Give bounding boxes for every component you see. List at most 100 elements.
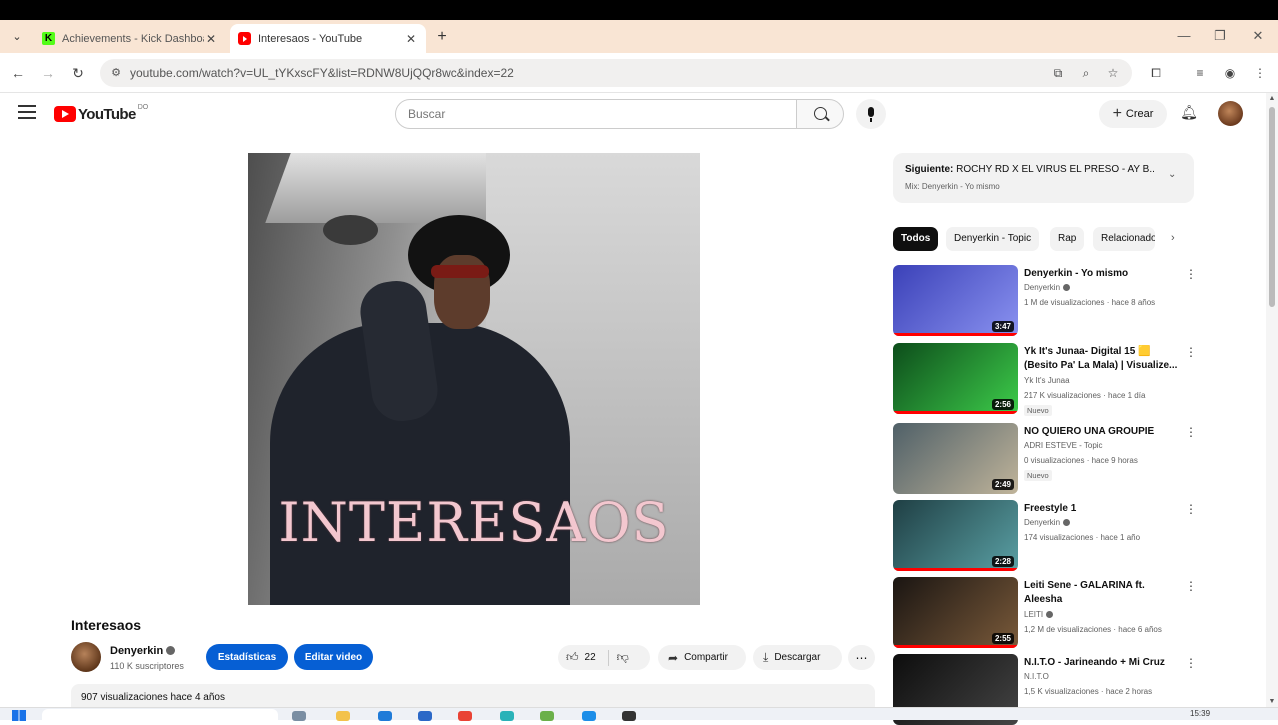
chip-relacionado[interactable]: Relacionado xyxy=(1093,227,1155,251)
channel-name[interactable]: Denyerkin xyxy=(110,645,176,657)
account-avatar[interactable] xyxy=(1218,101,1243,126)
channel-name-text: Denyerkin xyxy=(110,645,164,657)
more-horizontal-icon: ⋯ xyxy=(855,650,868,665)
video-thumbnail[interactable]: 2:56 xyxy=(893,343,1018,414)
notifications-bell-icon[interactable]: 🔔︎ xyxy=(1180,104,1198,122)
cast-icon[interactable]: ⧉ xyxy=(1050,65,1066,81)
more-actions-button[interactable]: ⋯ xyxy=(848,645,875,670)
restore-icon[interactable]: ❐ xyxy=(1208,28,1232,46)
edit-video-button[interactable]: Editar video xyxy=(294,644,373,670)
video-channel[interactable]: Yk It's Junaa xyxy=(1024,376,1070,385)
video-views: 174 visualizaciones · hace 1 año xyxy=(1024,533,1141,542)
video-title[interactable]: N.I.T.O - Jarineando + Mi Cruz xyxy=(1024,656,1182,670)
close-window-icon[interactable]: ✕ xyxy=(1246,28,1270,46)
next-up: Siguiente: ROCHY RD X EL VIRUS EL PRESO … xyxy=(905,164,1155,175)
download-button[interactable]: ⤓ Descargar xyxy=(753,645,842,670)
video-channel[interactable]: LEITI xyxy=(1024,610,1054,619)
more-vertical-icon[interactable]: ⋮ xyxy=(1185,345,1197,359)
video-title[interactable]: Yk It's Junaa- Digital 15 🟨 (Besito Pa' … xyxy=(1024,345,1182,373)
url-text: youtube.com/watch?v=UL_tYKxscFY&list=RDN… xyxy=(130,66,514,80)
chip-todos[interactable]: Todos xyxy=(893,227,939,251)
chip-denyerkin-topic[interactable]: Denyerkin - Topic xyxy=(946,227,1040,251)
voice-search-icon[interactable] xyxy=(856,99,886,129)
search-input[interactable] xyxy=(396,100,796,128)
address-bar[interactable]: ⚙ youtube.com/watch?v=UL_tYKxscFY&list=R… xyxy=(100,59,1132,87)
chip-rap[interactable]: Rap xyxy=(1050,227,1085,251)
watch-progress-bar xyxy=(893,333,1018,336)
create-button[interactable]: + Crear xyxy=(1099,100,1167,128)
new-tab-button[interactable]: + xyxy=(432,28,452,48)
extensions-icon[interactable]: ⧠ xyxy=(1148,65,1164,81)
more-vertical-icon[interactable]: ⋮ xyxy=(1185,579,1197,593)
recommended-video[interactable]: 2:55 Leiti Sene - GALARINA ft. Aleesha LEI… xyxy=(893,577,1198,648)
scroll-down-icon[interactable]: ▼ xyxy=(1268,698,1276,705)
close-tab-icon[interactable]: ✕ xyxy=(404,32,418,46)
media-controls-icon[interactable]: ≡ xyxy=(1192,65,1208,81)
back-button[interactable]: ← xyxy=(8,63,28,83)
recommended-video[interactable]: 2:28 Freestyle 1 Denyerkin 174 visualizacio… xyxy=(893,500,1198,571)
scroll-up-icon[interactable]: ▲ xyxy=(1268,95,1276,102)
recommended-video[interactable]: 3:47 Denyerkin - Yo mismo Denyerkin 1 M de … xyxy=(893,265,1198,336)
forward-button[interactable]: → xyxy=(38,63,58,83)
video-thumbnail[interactable]: 3:47 xyxy=(893,265,1018,336)
guide-menu-icon[interactable] xyxy=(18,105,36,119)
video-title[interactable]: NO QUIERO UNA GROUPIE xyxy=(1024,425,1182,439)
video-channel[interactable]: ADRI ESTEVE - Topic xyxy=(1024,441,1103,450)
tab-kick-dashboard[interactable]: K Achievements - Kick Dashboard ✕ xyxy=(34,24,226,53)
close-tab-icon[interactable]: ✕ xyxy=(204,32,218,46)
channel-name-text: N.I.T.O xyxy=(1024,672,1049,681)
channel-avatar[interactable] xyxy=(71,642,101,672)
cover-lamp xyxy=(323,215,378,245)
recommended-video[interactable]: 2:56 Yk It's Junaa- Digital 15 🟨 (Besito … xyxy=(893,343,1198,416)
reload-button[interactable]: ↻ xyxy=(68,63,88,83)
video-thumbnail[interactable]: 2:28 xyxy=(893,500,1018,571)
subscriber-count: 110 K suscriptores xyxy=(110,661,184,671)
thumbs-down-icon[interactable]: 👎︎ xyxy=(617,650,629,665)
chevron-right-icon[interactable]: › xyxy=(1171,232,1175,244)
search-icon xyxy=(814,107,827,120)
video-duration: 2:55 xyxy=(991,633,1014,644)
tab-search-icon[interactable]: ⌄ xyxy=(6,26,28,48)
minimize-icon[interactable]: — xyxy=(1172,28,1196,46)
tab-youtube[interactable]: Interesaos - YouTube ✕ xyxy=(230,24,426,53)
profile-icon[interactable]: ◉ xyxy=(1222,65,1238,81)
video-thumbnail[interactable]: 2:49 xyxy=(893,423,1018,494)
more-vertical-icon[interactable]: ⋮ xyxy=(1185,502,1197,516)
more-vertical-icon[interactable]: ⋮ xyxy=(1185,267,1197,281)
search-box xyxy=(395,99,797,129)
video-title[interactable]: Freestyle 1 xyxy=(1024,502,1182,516)
video-thumbnail[interactable]: 2:55 xyxy=(893,577,1018,648)
video-title[interactable]: Leiti Sene - GALARINA ft. Aleesha xyxy=(1024,579,1182,607)
taskbar-search[interactable] xyxy=(42,709,278,721)
share-button[interactable]: ➦ Compartir xyxy=(658,645,746,670)
share-label: Compartir xyxy=(684,652,728,663)
plus-icon: + xyxy=(1112,105,1122,122)
browser-menu-icon[interactable]: ⋮ xyxy=(1252,65,1268,81)
video-title[interactable]: Denyerkin - Yo mismo xyxy=(1024,267,1182,281)
video-channel[interactable]: Denyerkin xyxy=(1024,518,1071,527)
video-channel[interactable]: N.I.T.O xyxy=(1024,672,1049,681)
statistics-button[interactable]: Estadísticas xyxy=(206,644,288,670)
playlist-panel[interactable]: Siguiente: ROCHY RD X EL VIRUS EL PRESO … xyxy=(893,153,1194,203)
video-duration: 2:49 xyxy=(991,479,1014,490)
mix-label: Mix: Denyerkin - Yo mismo xyxy=(905,182,1000,191)
more-vertical-icon[interactable]: ⋮ xyxy=(1185,425,1197,439)
zoom-icon[interactable]: ⌕ xyxy=(1078,65,1094,81)
more-vertical-icon[interactable]: ⋮ xyxy=(1185,656,1197,670)
video-player[interactable]: INTERESAOS xyxy=(248,153,700,605)
search-button[interactable] xyxy=(796,99,844,129)
kick-icon: K xyxy=(42,32,55,45)
recommended-video[interactable]: 2:49 NO QUIERO UNA GROUPIE ADRI ESTEVE - T… xyxy=(893,423,1198,494)
chevron-down-icon[interactable]: ⌄ xyxy=(1168,169,1176,180)
page-scrollbar[interactable]: ▲ ▼ xyxy=(1266,93,1278,707)
bookmark-star-icon[interactable]: ☆ xyxy=(1105,65,1121,81)
video-channel[interactable]: Denyerkin xyxy=(1024,283,1071,292)
windows-start-icon[interactable] xyxy=(12,710,26,721)
site-info-icon[interactable]: ⚙ xyxy=(108,65,124,81)
verified-icon xyxy=(166,646,176,655)
video-views: 1,5 K visualizaciones · hace 2 horas xyxy=(1024,687,1153,696)
like-count[interactable]: 22 xyxy=(585,652,596,663)
thumbs-up-icon[interactable]: 👍︎ xyxy=(566,650,579,665)
scrollbar-thumb[interactable] xyxy=(1269,107,1275,307)
youtube-logo[interactable]: YouTube DO xyxy=(54,104,148,124)
